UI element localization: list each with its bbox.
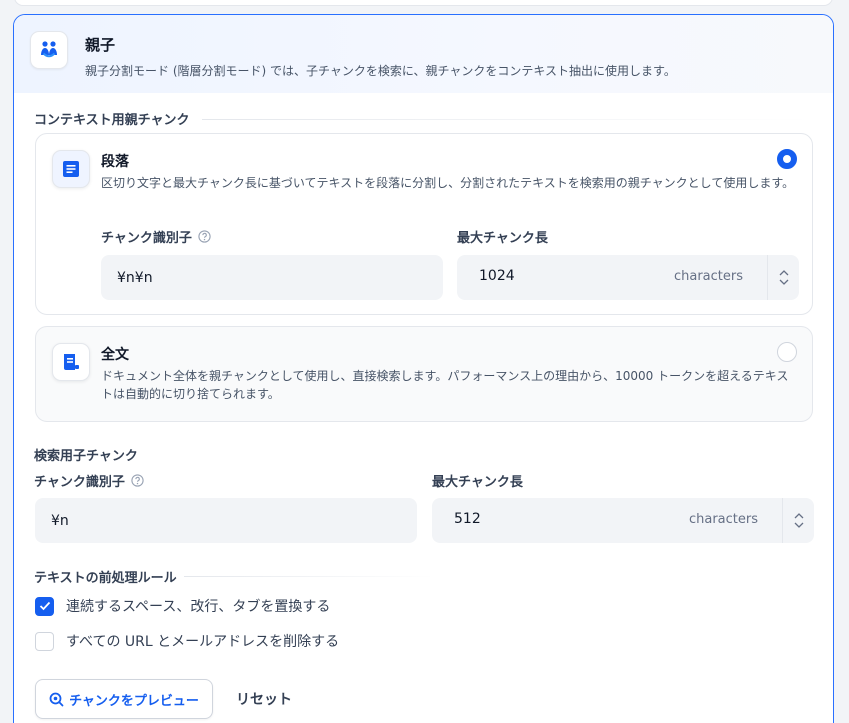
child-delimiter-label: チャンク識別子	[34, 471, 144, 490]
preview-chunks-button[interactable]: チャンクをプレビュー	[35, 679, 213, 719]
parent-max-length-value: 1024	[479, 268, 515, 284]
parent-delimiter-label: チャンク識別子	[101, 227, 211, 246]
paragraph-radio[interactable]	[777, 149, 797, 169]
previous-option-card	[14, 0, 833, 6]
child-max-length-value: 512	[454, 511, 481, 527]
parent-max-length-stepper[interactable]	[767, 255, 799, 300]
child-max-length-label: 最大チャンク長	[432, 475, 523, 490]
checkbox-checked[interactable]	[35, 596, 54, 616]
parent-delimiter-input[interactable]: ¥n¥n	[101, 255, 443, 300]
divider	[202, 119, 812, 120]
divider	[184, 576, 434, 577]
rule-replace-spaces[interactable]: 連続するスペース、改行、タブを置換する	[35, 596, 330, 616]
chevron-up-icon[interactable]	[794, 513, 804, 519]
chevron-up-icon[interactable]	[779, 270, 789, 276]
parent-delimiter-label-text: チャンク識別子	[101, 231, 192, 246]
panel-header: 親子 親子分割モード (階層分割モード) では、子チャンクを検索に、親チャンクを…	[14, 15, 833, 93]
chevron-down-icon[interactable]	[779, 279, 789, 285]
checkbox-unchecked[interactable]	[35, 631, 54, 651]
parent-child-icon	[30, 31, 68, 69]
child-delimiter-label-text: チャンク識別子	[34, 475, 125, 490]
reset-button[interactable]: リセット	[225, 679, 303, 719]
full-doc-option[interactable]: 全文 ドキュメント全体を親チャンクとして使用し、直接検索します。パフォーマンス上…	[35, 326, 813, 422]
full-doc-radio[interactable]	[777, 342, 797, 362]
child-max-length-unit: characters	[688, 512, 758, 527]
paragraph-option[interactable]: 段落 区切り文字と最大チャンク長に基づいてテキストを段落に分割し、分割されたテキ…	[35, 133, 813, 315]
panel-description: 親子分割モード (階層分割モード) では、子チャンクを検索に、親チャンクをコンテ…	[85, 64, 676, 78]
parent-max-length-label: 最大チャンク長	[457, 231, 548, 246]
rules-section-label: テキストの前処理ルール	[34, 571, 177, 586]
parent-child-panel: 親子 親子分割モード (階層分割モード) では、子チャンクを検索に、親チャンクを…	[13, 14, 834, 723]
rule-remove-urls[interactable]: すべての URL とメールアドレスを削除する	[35, 631, 339, 651]
child-max-length-input[interactable]: 512 characters	[432, 498, 814, 543]
child-delimiter-input[interactable]: ¥n	[35, 498, 417, 543]
rule-label: 連続するスペース、改行、タブを置換する	[66, 599, 331, 615]
panel-title: 親子	[85, 36, 116, 54]
check-icon	[39, 601, 50, 611]
full-doc-title: 全文	[101, 347, 129, 363]
paragraph-description: 区切り文字と最大チャンク長に基づいてテキストを段落に分割し、分割されたテキストを…	[101, 176, 795, 190]
parent-max-length-unit: characters	[673, 269, 743, 284]
child-max-length-stepper[interactable]	[782, 498, 814, 543]
parent-section-label: コンテキスト用親チャンク	[34, 113, 190, 128]
paragraph-title: 段落	[101, 154, 129, 170]
paragraph-icon	[52, 150, 90, 188]
help-icon[interactable]	[131, 474, 144, 487]
rule-label: すべての URL とメールアドレスを削除する	[66, 634, 340, 650]
parent-max-length-input[interactable]: 1024 characters	[457, 255, 799, 300]
document-icon	[52, 343, 90, 381]
help-icon[interactable]	[198, 230, 211, 243]
preview-button-label: チャンクをプレビュー	[69, 693, 199, 709]
chevron-down-icon[interactable]	[794, 522, 804, 528]
child-section-label: 検索用子チャンク	[34, 449, 138, 464]
full-doc-description: ドキュメント全体を親チャンクとして使用し、直接検索します。パフォーマンス上の理由…	[101, 369, 789, 401]
search-icon	[49, 692, 64, 706]
